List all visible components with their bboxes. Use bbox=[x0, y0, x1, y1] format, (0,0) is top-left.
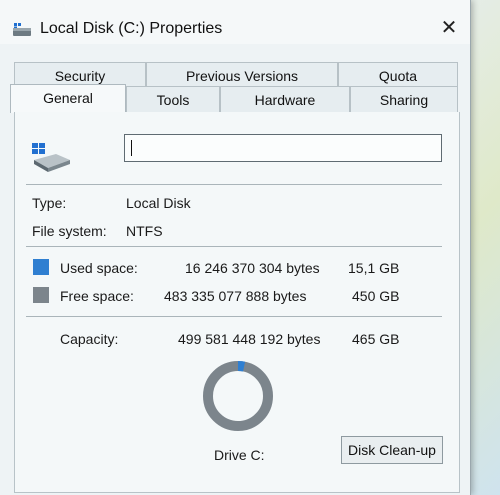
tab-quota[interactable]: Quota bbox=[338, 62, 458, 86]
tab-previous-versions[interactable]: Previous Versions bbox=[146, 62, 338, 86]
tab-tools[interactable]: Tools bbox=[126, 86, 220, 112]
title-bar: Local Disk (C:) Properties ✕ bbox=[0, 0, 470, 44]
properties-dialog: Local Disk (C:) Properties ✕ Security Pr… bbox=[0, 0, 471, 495]
filesystem-value: NTFS bbox=[126, 223, 163, 239]
tab-sharing[interactable]: Sharing bbox=[350, 86, 458, 112]
window-title: Local Disk (C:) Properties bbox=[40, 20, 223, 37]
used-space-label: Used space: bbox=[60, 260, 138, 276]
used-space-size: 15,1 GB bbox=[348, 260, 400, 276]
text-caret bbox=[131, 140, 132, 156]
drive-label: Drive C: bbox=[214, 447, 265, 463]
free-space-size: 450 GB bbox=[352, 288, 400, 304]
drive-icon bbox=[32, 143, 70, 172]
used-space-arc bbox=[237, 361, 246, 372]
tab-hardware[interactable]: Hardware bbox=[220, 86, 350, 112]
tab-general[interactable]: General bbox=[10, 84, 126, 113]
used-space-bytes: 16 246 370 304 bytes bbox=[185, 260, 320, 276]
free-space-bytes: 483 335 077 888 bytes bbox=[164, 288, 307, 304]
free-space-label: Free space: bbox=[60, 288, 134, 304]
close-button[interactable]: ✕ bbox=[432, 10, 466, 44]
capacity-bytes: 499 581 448 192 bytes bbox=[178, 331, 321, 347]
divider-top bbox=[26, 184, 442, 185]
close-icon: ✕ bbox=[440, 16, 458, 39]
capacity-size: 465 GB bbox=[352, 331, 400, 347]
drive-title-icon bbox=[13, 23, 31, 36]
type-value: Local Disk bbox=[126, 195, 191, 211]
filesystem-label: File system: bbox=[32, 223, 107, 239]
tab-security[interactable]: Security bbox=[14, 62, 146, 86]
disk-cleanup-button[interactable]: Disk Clean-up bbox=[341, 436, 443, 464]
usage-donut-chart bbox=[203, 361, 273, 431]
free-space-ring bbox=[203, 361, 273, 431]
free-space-swatch bbox=[33, 287, 49, 303]
used-space-swatch bbox=[33, 259, 49, 275]
divider-middle bbox=[26, 246, 442, 247]
divider-bottom bbox=[26, 316, 442, 317]
drive-name-input[interactable] bbox=[124, 134, 442, 162]
type-label: Type: bbox=[32, 195, 67, 211]
capacity-label: Capacity: bbox=[60, 331, 119, 347]
